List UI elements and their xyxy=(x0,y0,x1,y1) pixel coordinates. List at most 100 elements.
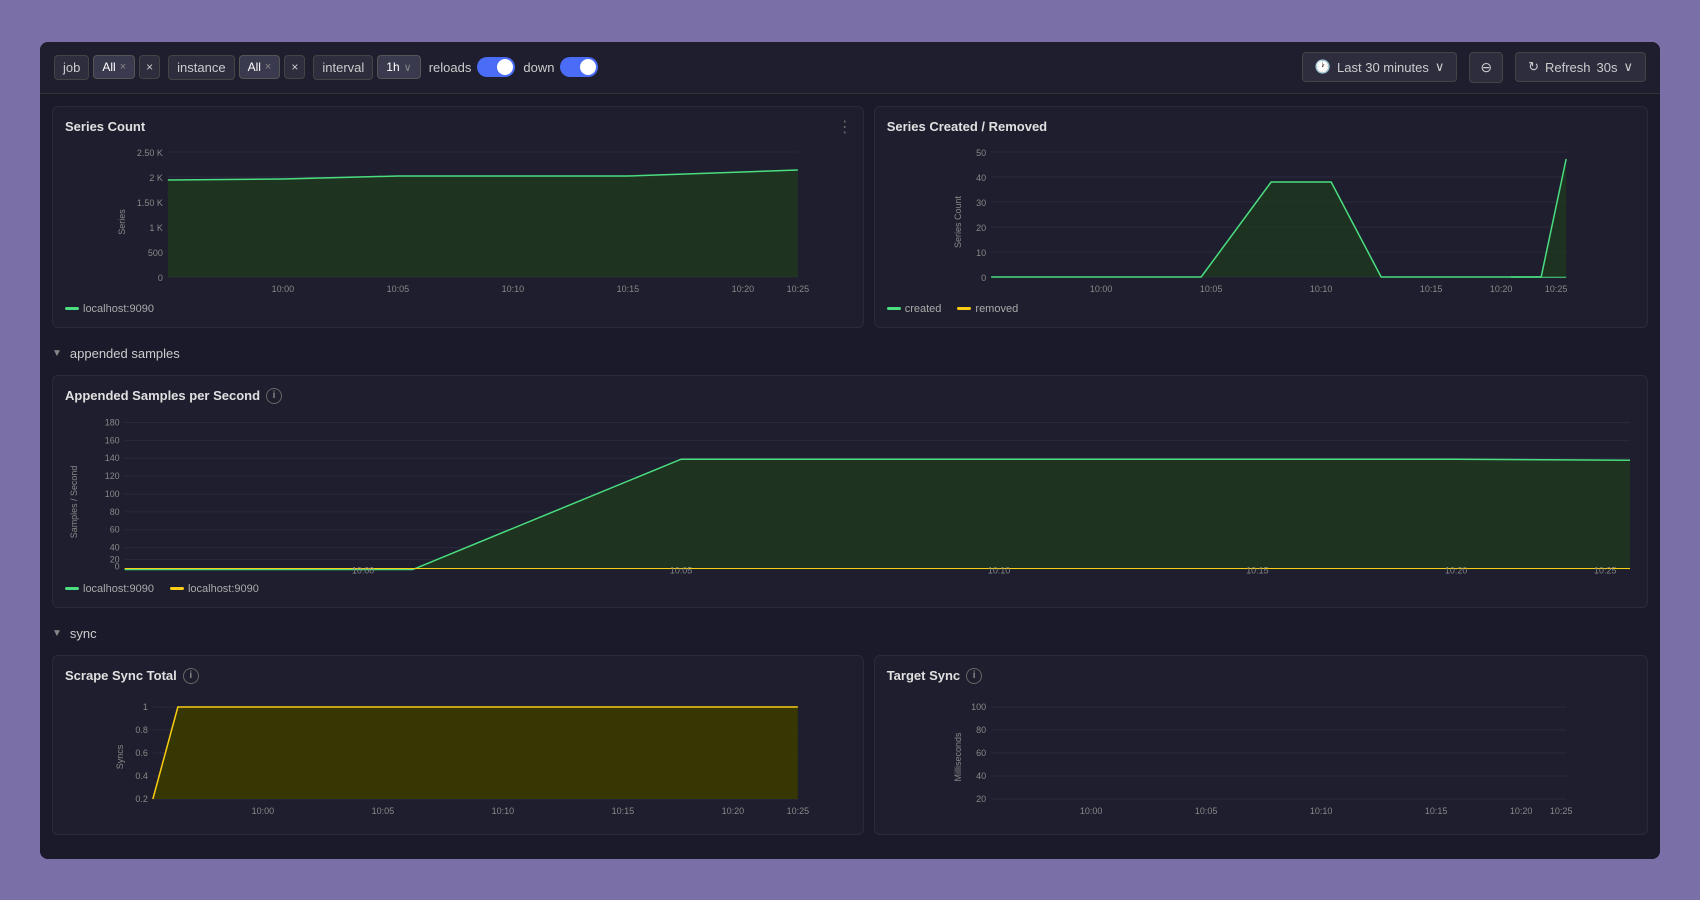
appended-yellow-label: localhost:9090 xyxy=(188,583,259,595)
svg-text:180: 180 xyxy=(105,417,120,427)
charts-row-1: Series Count ⋮ 2.50 K 2 K 1.50 K xyxy=(52,106,1648,328)
job-all-value: All xyxy=(102,60,115,74)
series-count-menu[interactable]: ⋮ xyxy=(837,117,853,137)
time-label: Last 30 minutes xyxy=(1337,60,1429,75)
svg-text:160: 160 xyxy=(105,435,120,445)
series-count-legend: localhost:9090 xyxy=(65,303,851,315)
interval-filter-group: interval 1h ∨ xyxy=(313,55,420,80)
down-label: down xyxy=(523,60,554,75)
svg-text:30: 30 xyxy=(976,198,986,208)
interval-dropdown-icon[interactable]: ∨ xyxy=(404,61,412,74)
appended-samples-chevron: ▼ xyxy=(52,348,62,359)
svg-text:0.4: 0.4 xyxy=(135,771,148,781)
svg-text:2.50 K: 2.50 K xyxy=(137,148,163,158)
job-close-icon[interactable]: × xyxy=(120,61,126,73)
series-created-removed-chart-area: 50 40 30 20 10 0 Series Count xyxy=(887,142,1635,297)
appended-green-color xyxy=(65,587,79,590)
zoom-out-button[interactable]: ⊖ xyxy=(1469,52,1503,83)
svg-text:Series Count: Series Count xyxy=(953,195,963,248)
series-count-card: Series Count ⋮ 2.50 K 2 K 1.50 K xyxy=(52,106,864,328)
svg-text:10:05: 10:05 xyxy=(387,284,410,294)
job-dropdown[interactable]: × xyxy=(139,55,160,79)
instance-close-icon[interactable]: × xyxy=(265,61,271,73)
series-count-legend-label: localhost:9090 xyxy=(83,303,154,315)
refresh-label: Refresh xyxy=(1545,60,1591,75)
svg-text:0.2: 0.2 xyxy=(135,794,148,804)
svg-text:0.8: 0.8 xyxy=(135,725,148,735)
content-area: Series Count ⋮ 2.50 K 2 K 1.50 K xyxy=(40,94,1660,859)
legend-removed: removed xyxy=(957,303,1018,315)
sync-section-label: sync xyxy=(70,626,97,641)
refresh-button[interactable]: ↻ Refresh 30s ∨ xyxy=(1515,52,1646,82)
svg-text:1: 1 xyxy=(143,702,148,712)
series-count-legend-color xyxy=(65,307,79,310)
svg-text:10:20: 10:20 xyxy=(1510,806,1533,816)
time-dropdown-icon: ∨ xyxy=(1435,59,1445,75)
svg-text:Samples / Second: Samples / Second xyxy=(69,465,79,538)
svg-text:10:05: 10:05 xyxy=(1200,284,1223,294)
svg-text:10:25: 10:25 xyxy=(1550,806,1573,816)
legend-removed-color xyxy=(957,307,971,310)
toolbar-right: 🕐 Last 30 minutes ∨ ⊖ ↻ Refresh 30s ∨ xyxy=(1302,52,1646,83)
scrape-sync-total-card: Scrape Sync Total i 1 0.8 0.6 xyxy=(52,655,864,835)
svg-text:60: 60 xyxy=(976,748,986,758)
appended-samples-info-icon[interactable]: i xyxy=(266,388,282,404)
appended-samples-legend-yellow: localhost:9090 xyxy=(170,583,259,595)
svg-text:100: 100 xyxy=(971,702,986,712)
instance-all-tag[interactable]: All × xyxy=(239,55,281,79)
svg-text:1.50 K: 1.50 K xyxy=(137,198,163,208)
svg-text:10:10: 10:10 xyxy=(492,806,515,816)
svg-text:10:10: 10:10 xyxy=(988,565,1010,575)
instance-filter-group: instance All × × xyxy=(168,55,305,80)
svg-text:10:25: 10:25 xyxy=(1545,284,1568,294)
down-toggle[interactable] xyxy=(560,57,598,77)
target-sync-title-text: Target Sync xyxy=(887,668,960,683)
svg-text:60: 60 xyxy=(110,524,120,534)
job-filter-label: job xyxy=(54,55,89,80)
svg-text:0: 0 xyxy=(981,273,986,283)
appended-samples-legend: localhost:9090 localhost:9090 xyxy=(65,583,1635,595)
svg-text:40: 40 xyxy=(976,173,986,183)
target-sync-info-icon[interactable]: i xyxy=(966,668,982,684)
svg-text:10:05: 10:05 xyxy=(372,806,395,816)
refresh-dropdown-icon: ∨ xyxy=(1623,59,1633,75)
series-created-removed-legend: created removed xyxy=(887,303,1635,315)
svg-text:80: 80 xyxy=(110,506,120,516)
svg-text:10:00: 10:00 xyxy=(352,565,374,575)
job-filter-group: job All × × xyxy=(54,55,160,80)
app-container: job All × × instance All × × interval 1h… xyxy=(40,42,1660,859)
svg-text:20: 20 xyxy=(976,794,986,804)
scrape-sync-total-title-text: Scrape Sync Total xyxy=(65,668,177,683)
svg-text:0: 0 xyxy=(115,561,120,571)
svg-text:Series: Series xyxy=(117,208,127,234)
legend-created-label: created xyxy=(905,303,942,315)
svg-text:500: 500 xyxy=(148,248,163,258)
svg-text:10:05: 10:05 xyxy=(1195,806,1218,816)
reloads-label: reloads xyxy=(429,60,472,75)
svg-text:Syncs: Syncs xyxy=(115,744,125,769)
interval-value: 1h xyxy=(386,60,399,74)
svg-text:10:15: 10:15 xyxy=(1425,806,1448,816)
svg-text:10:25: 10:25 xyxy=(787,806,810,816)
series-created-removed-card: Series Created / Removed 50 40 30 xyxy=(874,106,1648,328)
appended-samples-section-header[interactable]: ▼ appended samples xyxy=(52,340,1648,367)
interval-value-tag[interactable]: 1h ∨ xyxy=(377,55,420,79)
time-selector[interactable]: 🕐 Last 30 minutes ∨ xyxy=(1302,52,1457,82)
reloads-toggle[interactable] xyxy=(477,57,515,77)
scrape-sync-chart-area: 1 0.8 0.6 0.4 0.2 Syncs 10:00 10:05 10: xyxy=(65,692,851,822)
target-sync-title: Target Sync i xyxy=(887,668,1635,684)
job-all-tag[interactable]: All × xyxy=(93,55,135,79)
svg-text:80: 80 xyxy=(976,725,986,735)
svg-text:10:20: 10:20 xyxy=(1490,284,1513,294)
svg-text:40: 40 xyxy=(110,542,120,552)
instance-dropdown[interactable]: × xyxy=(284,55,305,79)
target-sync-chart-area: 100 80 60 40 20 Milliseconds 10:00 10:05… xyxy=(887,692,1635,822)
scrape-sync-info-icon[interactable]: i xyxy=(183,668,199,684)
svg-text:10:25: 10:25 xyxy=(1594,565,1616,575)
legend-created-color xyxy=(887,307,901,310)
sync-section-header[interactable]: ▼ sync xyxy=(52,620,1648,647)
instance-filter-label: instance xyxy=(168,55,234,80)
svg-text:10:15: 10:15 xyxy=(617,284,640,294)
refresh-icon: ↻ xyxy=(1528,59,1539,75)
svg-text:10:10: 10:10 xyxy=(1310,806,1333,816)
